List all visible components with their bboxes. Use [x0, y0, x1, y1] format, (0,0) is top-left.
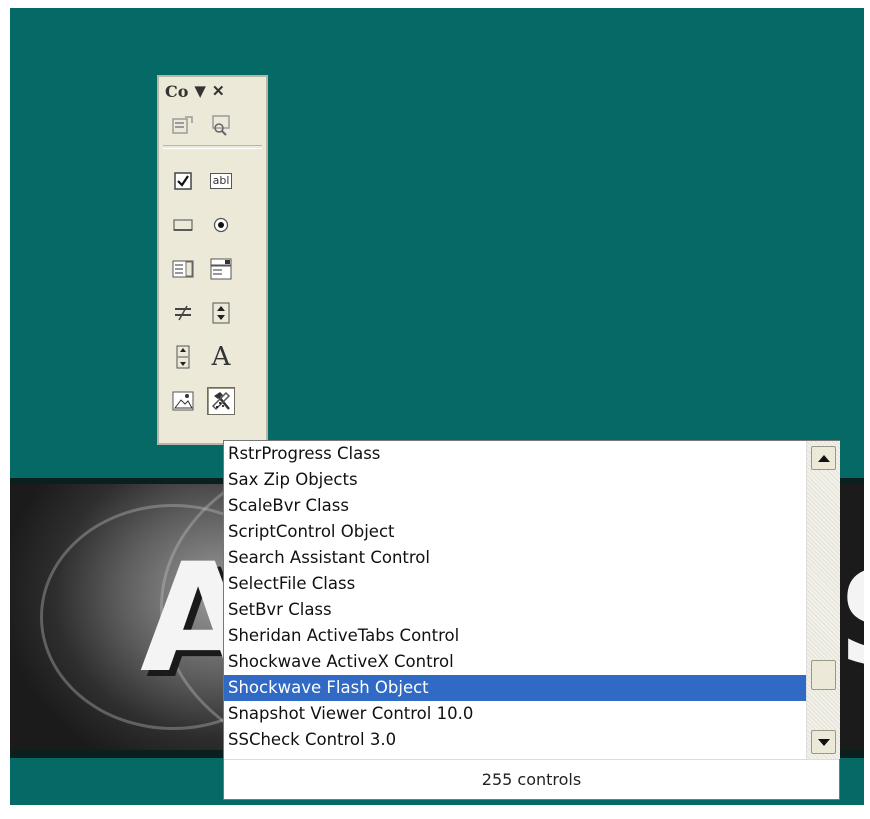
scroll-thumb[interactable]	[811, 660, 836, 690]
label-icon[interactable]: A	[207, 342, 235, 372]
toggle-button-icon[interactable]	[169, 299, 197, 327]
scroll-down-button[interactable]	[811, 730, 836, 754]
list-item[interactable]: Sax Zip Objects	[224, 467, 806, 493]
textbox-icon[interactable]: abl	[207, 167, 235, 195]
list-item[interactable]: RstrProgress Class	[224, 441, 806, 467]
list-item[interactable]: ScaleBvr Class	[224, 493, 806, 519]
label-glyph: A	[211, 342, 231, 372]
option-button-icon[interactable]	[207, 211, 235, 239]
list-item[interactable]: Shockwave ActiveX Control	[224, 649, 806, 675]
more-controls-icon[interactable]	[207, 387, 235, 415]
toolbox-row	[159, 379, 266, 423]
listbox-icon[interactable]	[169, 255, 197, 283]
toolbox-separator	[163, 145, 262, 149]
list-item[interactable]: Snapshot Viewer Control 10.0	[224, 701, 806, 727]
controls-dropdown: RstrProgress Class Sax Zip Objects ScaleBv…	[223, 440, 840, 800]
control-toolbox: Co ▼ ✕ abl A	[157, 75, 268, 445]
arrow-up-icon	[817, 454, 830, 462]
banner-letter-right: S	[838, 554, 864, 684]
scrollbar-icon[interactable]	[169, 343, 197, 371]
scroll-up-button[interactable]	[811, 446, 836, 470]
close-icon[interactable]: ✕	[212, 82, 225, 100]
list-item[interactable]: SetBvr Class	[224, 597, 806, 623]
list-item[interactable]: SSCheck Control 3.0	[224, 727, 806, 753]
toolbox-row: abl	[159, 159, 266, 203]
properties-icon[interactable]	[169, 111, 197, 139]
list-item[interactable]: ScriptControl Object	[224, 519, 806, 545]
toolbox-row	[159, 291, 266, 335]
checkbox-icon[interactable]	[169, 167, 197, 195]
view-code-icon[interactable]	[207, 111, 235, 139]
list-item[interactable]: SelectFile Class	[224, 571, 806, 597]
toolbox-row	[159, 105, 266, 145]
command-button-icon[interactable]	[169, 211, 197, 239]
toolbox-row: A	[159, 335, 266, 379]
arrow-down-icon	[817, 738, 830, 746]
toolbox-row	[159, 203, 266, 247]
list-item[interactable]: Sheridan ActiveTabs Control	[224, 623, 806, 649]
toolbox-row	[159, 247, 266, 291]
toolbox-title: Co	[165, 81, 189, 101]
spin-button-icon[interactable]	[207, 299, 235, 327]
combobox-icon[interactable]	[207, 255, 235, 283]
controls-count: 255 controls	[224, 759, 839, 800]
image-icon[interactable]	[169, 387, 197, 415]
list-item[interactable]: Search Assistant Control	[224, 545, 806, 571]
list-scrollbar[interactable]	[806, 441, 840, 759]
controls-list[interactable]: RstrProgress Class Sax Zip Objects ScaleBv…	[224, 441, 806, 759]
list-item[interactable]: Shockwave Flash Object	[224, 675, 806, 701]
toolbox-titlebar[interactable]: Co ▼ ✕	[159, 77, 266, 105]
chevron-down-icon[interactable]: ▼	[194, 82, 206, 100]
textbox-glyph: abl	[209, 173, 233, 189]
